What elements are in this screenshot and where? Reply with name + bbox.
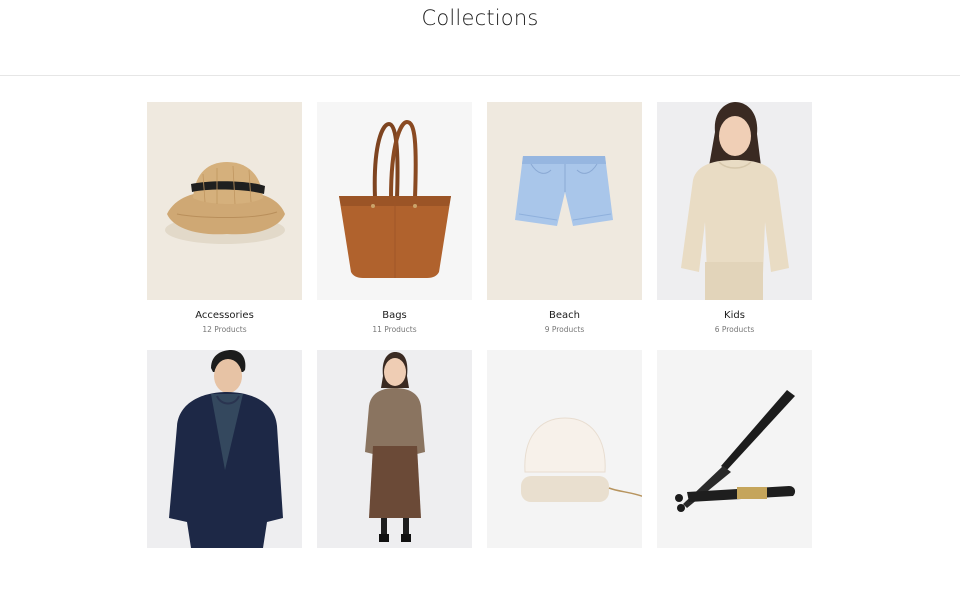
collection-title[interactable]: Beach xyxy=(487,310,642,321)
collection-title[interactable]: Accessories xyxy=(147,310,302,321)
collections-grid: Accessories 12 Products Bags 11 Products xyxy=(147,102,813,598)
man-fleece-jacket-image[interactable] xyxy=(147,350,302,548)
collection-product-count: 6 Products xyxy=(714,325,755,334)
collection-card-men[interactable] xyxy=(147,350,302,598)
collection-card-sports[interactable] xyxy=(657,350,812,598)
collection-product-count: 12 Products xyxy=(202,325,247,334)
table-lamp-image[interactable] xyxy=(487,350,642,548)
collection-card-bags[interactable]: Bags 11 Products xyxy=(317,102,472,350)
collection-title[interactable]: Kids xyxy=(657,310,812,321)
collection-title[interactable]: Bags xyxy=(317,310,472,321)
blue-shorts-image[interactable] xyxy=(487,102,642,300)
girl-sweatshirt-image[interactable] xyxy=(657,102,812,300)
collection-card-home[interactable] xyxy=(487,350,642,598)
collection-card-accessories[interactable]: Accessories 12 Products xyxy=(147,102,302,350)
straw-hat-image[interactable] xyxy=(147,102,302,300)
collection-card-kids[interactable]: Kids 6 Products xyxy=(657,102,812,350)
woman-cardigan-skirt-image[interactable] xyxy=(317,350,472,548)
collection-product-count: 11 Products xyxy=(372,325,417,334)
leather-tote-bag-image[interactable] xyxy=(317,102,472,300)
collection-card-women[interactable] xyxy=(317,350,472,598)
collection-card-beach[interactable]: Beach 9 Products xyxy=(487,102,642,350)
page-title: Collections xyxy=(421,6,539,30)
baseball-bat-image[interactable] xyxy=(657,350,812,548)
page-header: Collections xyxy=(0,0,960,76)
collection-product-count: 9 Products xyxy=(544,325,585,334)
